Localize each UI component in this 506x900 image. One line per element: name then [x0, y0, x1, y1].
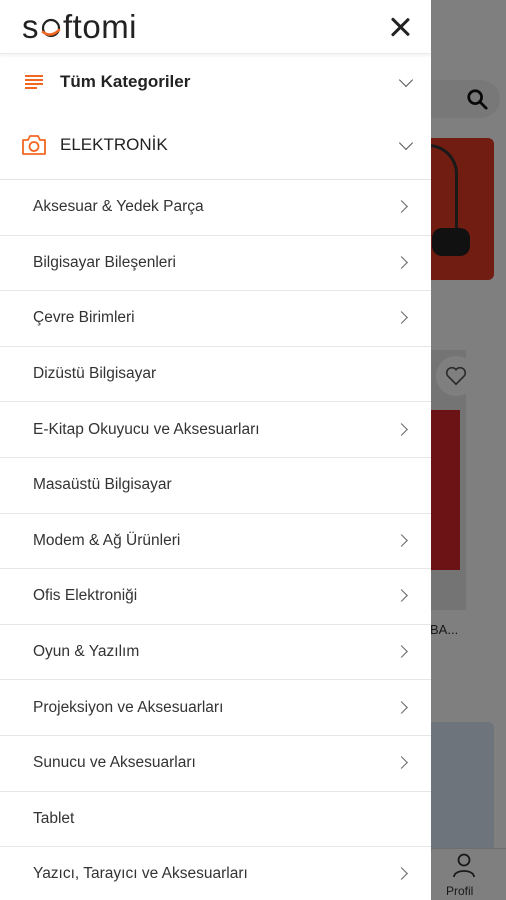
- chevron-right-icon[interactable]: [397, 701, 409, 715]
- electronics-label: ELEKTRONİK: [60, 134, 168, 154]
- subcategory-label: Projeksiyon ve Aksesuarları: [33, 698, 224, 716]
- subcategory-label: Bilgisayar Bileşenleri: [33, 253, 177, 271]
- subcategory-item[interactable]: Modem & Ağ Ürünleri: [0, 514, 431, 570]
- electronics-category-row[interactable]: ELEKTRONİK: [0, 110, 431, 180]
- logo-o-icon: [41, 18, 61, 37]
- subcategory-item[interactable]: Oyun & Yazılım: [0, 625, 431, 681]
- drawer-header: s ftomi: [0, 0, 431, 54]
- subcategory-item[interactable]: E-Kitap Okuyucu ve Aksesuarları: [0, 402, 431, 458]
- subcategory-label: Dizüstü Bilgisayar: [33, 365, 157, 383]
- subcategory-list: Aksesuar & Yedek Parça Bilgisayar Bileşen…: [0, 180, 431, 900]
- close-icon[interactable]: [387, 14, 413, 40]
- subcategory-item[interactable]: Bilgisayar Bileşenleri: [0, 236, 431, 292]
- softomi-logo[interactable]: s ftomi: [22, 8, 137, 46]
- subcategory-item[interactable]: Sunucu ve Aksesuarları: [0, 736, 431, 792]
- subcategory-label: Çevre Birimleri: [33, 309, 135, 327]
- chevron-right-icon[interactable]: [397, 756, 409, 770]
- chevron-right-icon[interactable]: [397, 256, 409, 270]
- subcategory-item[interactable]: Ofis Elektroniği: [0, 569, 431, 625]
- subcategory-item[interactable]: Yazıcı, Tarayıcı ve Aksesuarları: [0, 847, 431, 900]
- subcategory-label: Masaüstü Bilgisayar: [33, 476, 172, 494]
- chevron-right-icon[interactable]: [397, 200, 409, 214]
- chevron-down-icon[interactable]: [399, 138, 413, 152]
- all-categories-label: Tüm Kategoriler: [60, 72, 191, 91]
- subcategory-label: Tablet: [33, 809, 75, 827]
- subcategory-label: Sunucu ve Aksesuarları: [33, 754, 196, 772]
- subcategory-item[interactable]: Tablet: [0, 792, 431, 848]
- subcategory-item[interactable]: Masaüstü Bilgisayar: [0, 458, 431, 514]
- camera-icon: [20, 131, 48, 159]
- subcategory-item[interactable]: Projeksiyon ve Aksesuarları: [0, 680, 431, 736]
- all-categories-row[interactable]: Tüm Kategoriler: [0, 54, 431, 110]
- subcategory-label: Modem & Ağ Ürünleri: [33, 531, 181, 549]
- chevron-right-icon[interactable]: [397, 589, 409, 603]
- subcategory-item[interactable]: Aksesuar & Yedek Parça: [0, 180, 431, 236]
- chevron-down-icon[interactable]: [399, 75, 413, 89]
- chevron-right-icon[interactable]: [397, 423, 409, 437]
- list-icon: [20, 68, 48, 96]
- subcategory-item[interactable]: Dizüstü Bilgisayar: [0, 347, 431, 403]
- chevron-right-icon[interactable]: [397, 867, 409, 881]
- category-drawer: s ftomi Tüm Kategoriler ELEKTRONİK Akses…: [0, 0, 431, 900]
- subcategory-label: Yazıcı, Tarayıcı ve Aksesuarları: [33, 865, 248, 883]
- chevron-right-icon[interactable]: [397, 534, 409, 548]
- subcategory-item[interactable]: Çevre Birimleri: [0, 291, 431, 347]
- subcategory-label: Ofis Elektroniği: [33, 587, 138, 605]
- subcategory-label: Oyun & Yazılım: [33, 643, 140, 661]
- subcategory-label: E-Kitap Okuyucu ve Aksesuarları: [33, 420, 260, 438]
- subcategory-label: Aksesuar & Yedek Parça: [33, 198, 204, 216]
- chevron-right-icon[interactable]: [397, 645, 409, 659]
- chevron-right-icon[interactable]: [397, 311, 409, 325]
